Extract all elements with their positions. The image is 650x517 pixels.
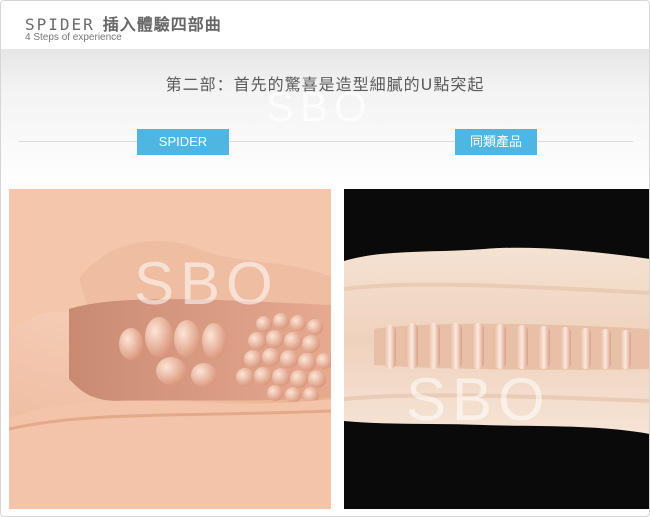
watermark-right: SBO: [406, 366, 551, 433]
divider-left: [19, 141, 137, 142]
page-subtitle: 4 Steps of experience: [25, 32, 122, 43]
tab-spider[interactable]: SPIDER: [137, 129, 229, 155]
divider-right: [537, 141, 633, 142]
similar-product-image: [344, 189, 649, 509]
section-headline: 第二部：首先的驚喜是造型細膩的U點突起: [165, 75, 485, 94]
page-frame: SPIDER 插入體驗四部曲 4 Steps of experience SBO …: [0, 0, 650, 517]
product-photo-similar: SBO: [344, 189, 649, 509]
page-header: SPIDER 插入體驗四部曲 4 Steps of experience: [1, 1, 649, 49]
product-photo-spider: SBO: [9, 189, 331, 509]
divider-middle: [229, 141, 455, 142]
tab-similar-products[interactable]: 同類產品: [455, 129, 537, 155]
spider-texture-image: [9, 189, 331, 509]
watermark-left: SBO: [134, 250, 279, 317]
